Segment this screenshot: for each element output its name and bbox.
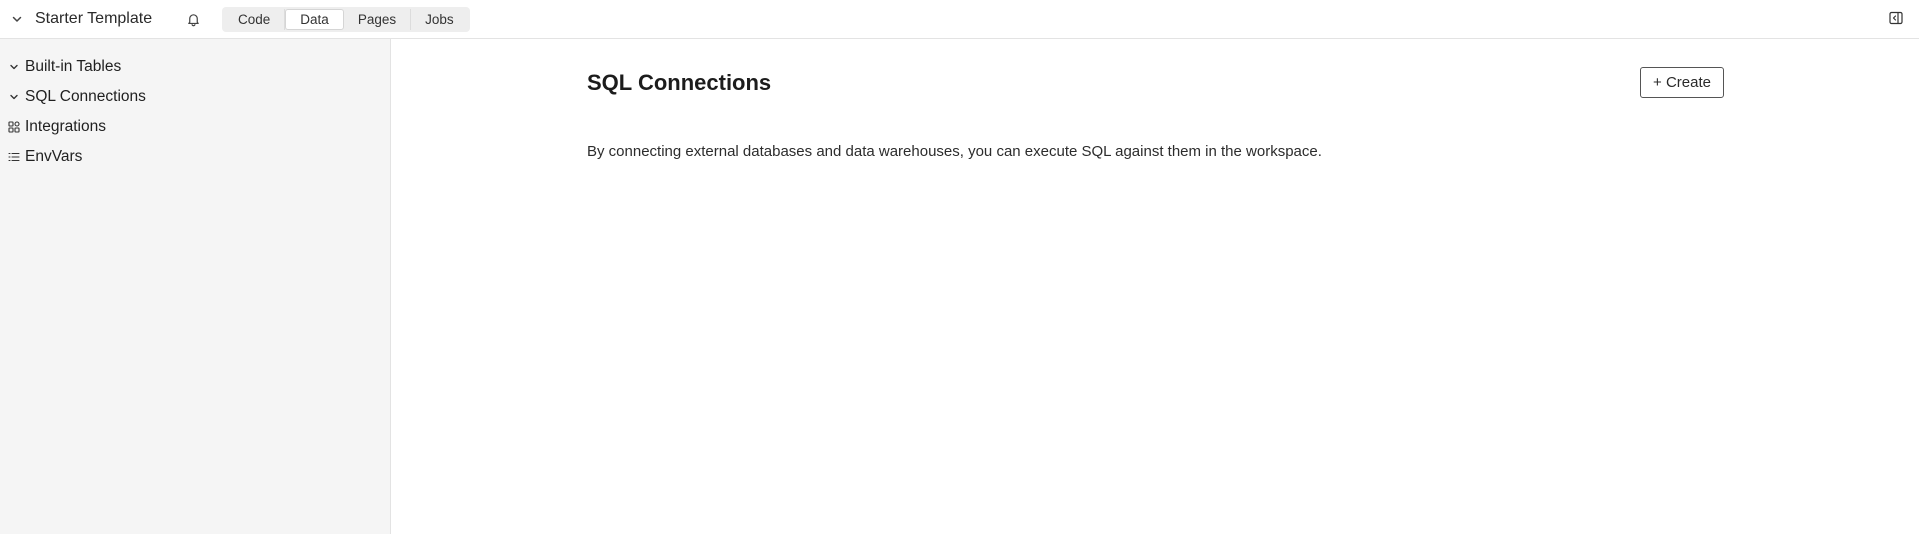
tab-label: Data	[300, 12, 329, 27]
integrations-icon	[7, 120, 21, 134]
tab-label: Jobs	[425, 12, 454, 27]
sidebar-item-built-in-tables[interactable]: Built-in Tables	[0, 52, 390, 82]
tab-jobs[interactable]: Jobs	[411, 9, 468, 30]
tab-code[interactable]: Code	[224, 9, 286, 30]
list-icon	[7, 150, 21, 164]
page-title: SQL Connections	[587, 70, 772, 95]
tab-label: Code	[238, 12, 271, 27]
chevron-down-icon	[7, 90, 21, 104]
tab-label: Pages	[357, 12, 397, 27]
sidebar-item-envvars[interactable]: EnvVars	[0, 142, 390, 172]
bell-icon[interactable]	[184, 10, 202, 28]
view-tabs: Code Data Pages Jobs	[222, 7, 470, 32]
top-bar: Starter Template Code Data Pages Jobs	[0, 0, 1919, 39]
tab-pages[interactable]: Pages	[344, 9, 412, 30]
sidebar-item-integrations[interactable]: Integrations	[0, 112, 390, 142]
workspace-switcher[interactable]: Starter Template	[10, 6, 152, 32]
page-description: By connecting external databases and dat…	[587, 143, 1322, 160]
chevron-down-icon	[7, 60, 21, 74]
create-button[interactable]: + Create	[1640, 67, 1724, 98]
tab-data[interactable]: Data	[285, 9, 344, 30]
sidebar-item-label: Integrations	[25, 118, 106, 135]
chevron-down-icon	[10, 12, 24, 26]
sidebar-item-sql-connections[interactable]: SQL Connections	[0, 82, 390, 112]
sidebar-toggle-icon[interactable]	[1889, 11, 1905, 27]
workspace-name: Starter Template	[35, 10, 153, 27]
sidebar-item-label: EnvVars	[25, 148, 83, 165]
sidebar-item-label: Built-in Tables	[25, 58, 122, 75]
main-content: SQL Connections + Create By connecting e…	[392, 39, 1919, 534]
sidebar-item-label: SQL Connections	[25, 88, 146, 105]
sidebar: Built-in Tables SQL Connections Integrat…	[0, 39, 391, 534]
